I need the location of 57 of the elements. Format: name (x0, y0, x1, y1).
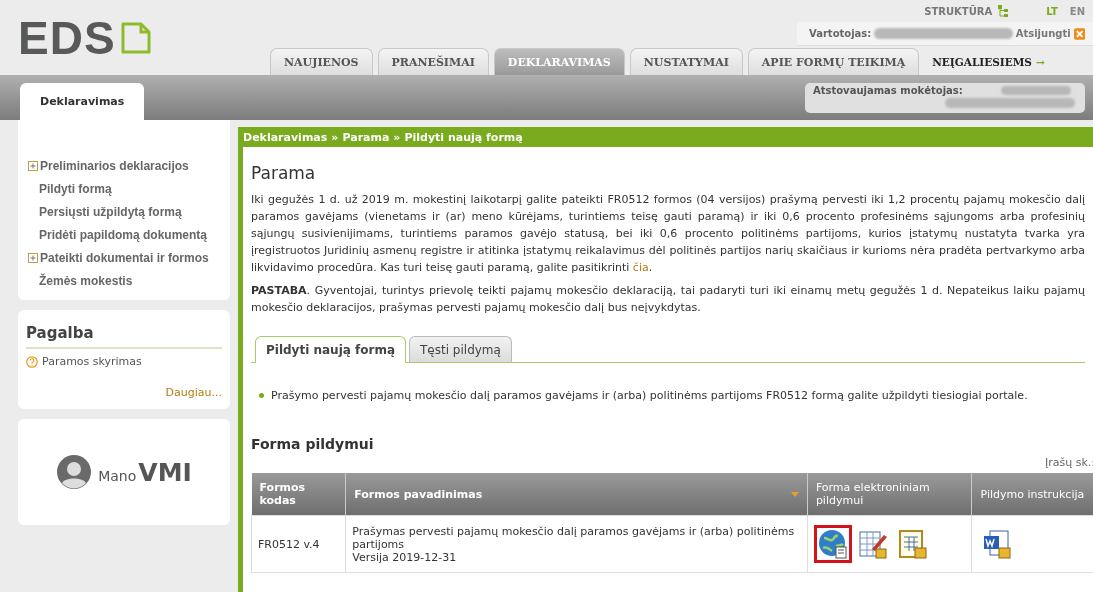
sidebar-item[interactable]: Persiųsti užpildytą formą (26, 200, 230, 223)
nav-tab[interactable]: NUSTATYMAI (629, 48, 743, 75)
content-tab[interactable]: Tęsti pildymą (409, 336, 512, 362)
user-label: Vartotojas: (809, 28, 872, 39)
document-icon (119, 20, 152, 55)
column-header[interactable]: Formos pavadinimas (345, 473, 808, 516)
redacted-bar (1001, 85, 1071, 95)
promo-prefix: Mano (98, 467, 137, 484)
structure-link[interactable]: STRUKTŪRA (924, 5, 993, 17)
promo-name: VMI (138, 457, 192, 487)
spreadsheet-icon (897, 529, 928, 559)
plus-box-icon (28, 252, 38, 263)
content-tab[interactable]: Pildyti naują formą (255, 336, 407, 363)
section-tab[interactable]: Deklaravimas (20, 83, 145, 120)
sidebar-item[interactable]: Pildyti formą (26, 177, 230, 200)
form-name: Prašymas pervesti pajamų mokesčio dalį paramos gavėjams ir (arba) politinėms partijoms (352, 524, 796, 551)
logout-link[interactable]: Atsijungti (1015, 28, 1071, 39)
column-header[interactable]: Formos kodas (251, 473, 346, 516)
breadcrumb-separator: » (331, 130, 339, 144)
nav-tab[interactable]: PRANEŠIMAI (377, 48, 489, 75)
breadcrumb-separator: » (393, 130, 401, 144)
language-link[interactable]: EN (1069, 5, 1085, 17)
intro-paragraph: Iki gegužės 1 d. už 2019 m. mokestinį laikotarpį galite pateikti FR0512 formos (04 versijos) prašymą pervesti iki 1,2 procentų pajamų mokesčio dalį paramos gavėjams (vienetams ir (ar) meno kūrėjams, turintiems teisę gauti paramą) ir iki 0,6 procento profesinėms sąjungoms arba profesinių sąjungų susivienijimams, turintiems paramos gavėjo statusą, bei iki 0,6 procento politinėms partijoms, kurios įstatymų nustatyta tvarka yra įregistruotos Juridinių asmenų registre ir atitinka įstatymų reikalavimus dėl politinės partijos narių skaičiaus ir kurioms nėra pradėta pertvarkymo arba likvidavimo procedūra. Kas turi teisę gauti paramą, galite pasitikrinti čia. (251, 192, 1085, 276)
inline-link[interactable]: čia (632, 261, 649, 274)
page-title: Parama (251, 163, 317, 183)
bullet-text: Prašymo pervesti pajamų mokesčio dalį paramos gavėjams ir (arba) politinėms partijoms FR0512 formą galite užpildyti tiesiogiai portale. (271, 389, 1028, 402)
promo-banner[interactable]: ManoVMI (18, 419, 230, 525)
column-header[interactable]: Forma elektroniniam pildymui (807, 473, 972, 516)
record-count: Įrašų sk.: (1045, 456, 1093, 469)
sidebar-item[interactable]: Pateikti dokumentai ir formos (26, 246, 230, 269)
spreadsheet-pencil-icon (857, 529, 888, 559)
accessibility-link[interactable]: NEĮGALIESIEMS → (932, 49, 1045, 75)
plus-box-icon (28, 160, 38, 171)
logo-text: EDS (18, 10, 116, 65)
sidebar-item[interactable]: Pridėti papildomą dokumentą (26, 223, 230, 246)
note-paragraph: PASTABA. Gyventojai, turintys prievolę teikti pajamų mokesčio deklaraciją, tai padaryti turi iki einamų metų gegužės 1 d. Nepateikus laiku pajamų mokesčio deklaracijos, prašymas pervesti pajamų mokesčio dalį bus neįvykdytas. (251, 283, 1085, 316)
icon-button[interactable] (813, 525, 852, 563)
bullet-dot-icon (259, 393, 264, 398)
form-version: Versija 2019-12-31 (352, 550, 458, 564)
sitemap-icon (998, 4, 1009, 18)
close-icon (1073, 27, 1085, 40)
help-link[interactable]: Paramos skyrimas (26, 355, 222, 368)
sidebar-item[interactable]: Preliminarios deklaracijos (26, 154, 230, 177)
column-label: Formos pavadinimas (354, 487, 483, 501)
nav-tab[interactable]: NAUJIENOS (270, 48, 373, 75)
word-document-icon (982, 529, 1013, 559)
column-header[interactable]: Pildymo instrukcija (972, 473, 1093, 516)
more-link[interactable]: Daugiau... (26, 386, 222, 399)
sidebar-item[interactable]: Žemės mokestis (26, 269, 230, 292)
avatar-icon (56, 454, 93, 490)
payer-label: Atstovaujamas mokėtojas: (813, 84, 963, 96)
help-title: Pagalba (26, 324, 222, 349)
section-title: Forma pildymui (251, 436, 375, 452)
table-cell: FR0512 v.4 (251, 515, 346, 573)
globe-icon (817, 529, 848, 559)
nav-tab[interactable]: APIE FORMŲ TEIKIMĄ (747, 48, 920, 75)
help-icon (26, 355, 38, 368)
